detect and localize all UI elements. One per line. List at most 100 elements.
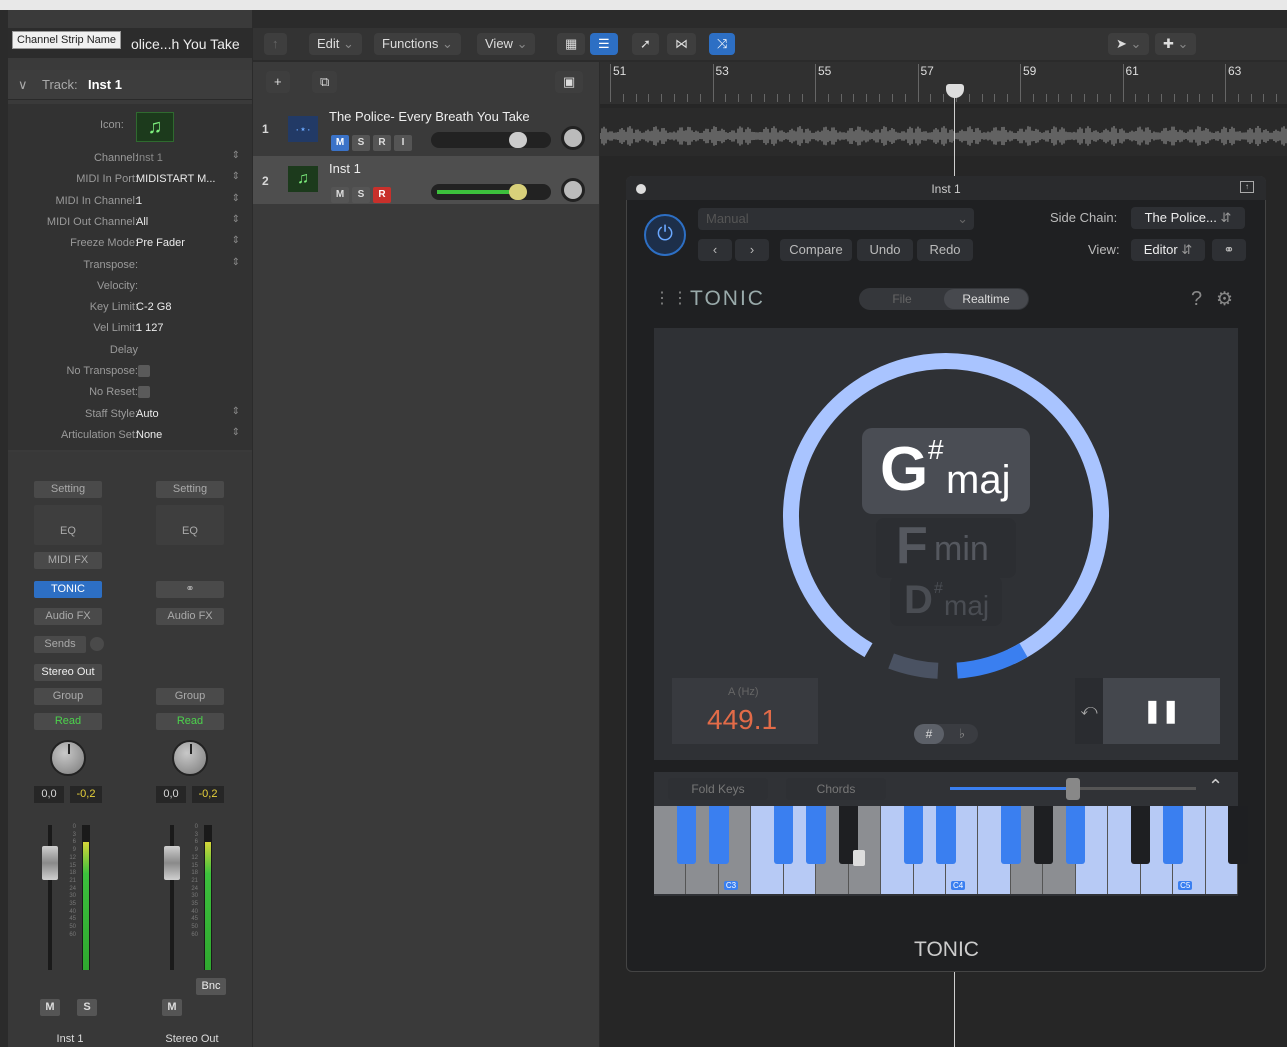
track-row-1[interactable]: 1 ·⋆· The Police- Every Breath You Take … xyxy=(253,106,599,154)
chords-button[interactable]: Chords xyxy=(786,778,886,800)
grid-view-icon[interactable]: ▦ xyxy=(557,33,586,55)
black-key[interactable] xyxy=(936,806,956,864)
solo-button[interactable]: S xyxy=(352,187,370,203)
fold-keys-button[interactable]: Fold Keys xyxy=(668,778,768,800)
param-value[interactable]: MIDISTART M... xyxy=(136,173,215,185)
a-reference-box[interactable]: A (Hz) 449.1 xyxy=(672,678,818,744)
track-row-2[interactable]: 2 ♫ Inst 1 MSR xyxy=(253,156,599,204)
add-track-icon[interactable]: + xyxy=(266,71,290,93)
param-row[interactable]: Freeze Mode: Pre Fader ⇕ xyxy=(8,233,252,254)
track-inspector-header[interactable]: ∨ Track: Inst 1 xyxy=(8,70,252,100)
record-button[interactable]: R xyxy=(373,187,391,203)
black-key[interactable] xyxy=(1001,806,1021,864)
strip-name[interactable]: Inst 1 xyxy=(30,1033,110,1045)
up-arrow-icon[interactable]: ↑ xyxy=(264,33,287,55)
expand-window-icon[interactable]: ↑ xyxy=(1240,181,1254,193)
track-name[interactable]: Inst 1 xyxy=(329,161,361,176)
param-value[interactable]: Inst 1 xyxy=(136,152,163,164)
volume-value[interactable]: 0,0 xyxy=(34,786,64,803)
black-key[interactable] xyxy=(1163,806,1183,864)
help-icon[interactable]: ? xyxy=(1191,288,1202,311)
black-key[interactable] xyxy=(806,806,826,864)
pointer-tool-icon[interactable]: ➤ ⌄ xyxy=(1108,33,1150,55)
param-value[interactable]: All xyxy=(136,216,148,228)
collapse-chevron-icon[interactable]: ∨ xyxy=(18,77,28,93)
param-value[interactable]: 1 127 xyxy=(136,322,164,334)
black-key[interactable] xyxy=(903,806,924,864)
param-value[interactable]: None xyxy=(136,429,162,441)
compare-button[interactable]: Compare xyxy=(780,239,852,261)
stepper-icon[interactable]: ⇕ xyxy=(232,406,240,417)
black-key[interactable] xyxy=(1228,806,1248,864)
checkbox[interactable] xyxy=(138,365,150,377)
midi-fx-slot[interactable]: MIDI FX xyxy=(34,552,102,569)
setting-button[interactable]: Setting xyxy=(34,481,102,498)
param-row[interactable]: Articulation Set: None ⇕ xyxy=(8,425,252,446)
param-row[interactable]: No Transpose: xyxy=(8,361,252,382)
edit-menu[interactable]: Edit ⌄ xyxy=(309,33,362,55)
undo-button[interactable]: Undo xyxy=(857,239,913,261)
stepper-icon[interactable]: ⇕ xyxy=(232,235,240,246)
tab-file[interactable]: File xyxy=(860,289,944,309)
automation-mode[interactable]: Read xyxy=(34,713,102,730)
input-monitor-button[interactable]: I xyxy=(394,135,412,151)
param-row[interactable]: MIDI In Channel: 1 ⇕ xyxy=(8,191,252,212)
track-pan-knob[interactable] xyxy=(561,178,585,202)
stepper-icon[interactable]: ⇕ xyxy=(232,257,240,268)
next-preset-icon[interactable]: › xyxy=(735,239,769,261)
collapse-keyboard-icon[interactable]: ⌃ xyxy=(1208,776,1223,797)
mute-button[interactable]: M xyxy=(40,999,60,1016)
close-window-icon[interactable] xyxy=(636,184,646,194)
eq-button[interactable]: EQ xyxy=(156,505,224,545)
global-tracks-icon[interactable]: ▣ xyxy=(555,71,584,93)
power-icon[interactable]: ⏻ xyxy=(644,214,686,256)
send-knob[interactable] xyxy=(90,637,104,651)
tab-realtime[interactable]: Realtime xyxy=(944,289,1028,309)
sends-slot[interactable]: Sends xyxy=(34,636,86,653)
record-button[interactable]: R xyxy=(373,135,391,151)
crossfade-icon[interactable]: ⋈ xyxy=(667,33,696,55)
stepper-icon[interactable]: ⇕ xyxy=(232,150,240,161)
track-name[interactable]: The Police- Every Breath You Take xyxy=(329,109,530,124)
output-slot[interactable]: Stereo Out xyxy=(34,664,102,681)
param-row[interactable]: No Reset: xyxy=(8,382,252,403)
duplicate-track-icon[interactable]: ⧉ xyxy=(312,71,338,93)
reset-icon[interactable]: ⤺ xyxy=(1075,678,1103,744)
automation-mode[interactable]: Read xyxy=(156,713,224,730)
tonic-plugin-slot[interactable]: TONIC xyxy=(34,581,102,598)
piano-keyboard[interactable]: C3 C4 C5 xyxy=(654,806,1248,894)
view-select[interactable]: Editor ⇵ xyxy=(1131,239,1205,261)
stepper-icon[interactable]: ⇕ xyxy=(232,193,240,204)
zoom-slider-thumb[interactable] xyxy=(1066,778,1080,800)
param-row[interactable]: MIDI In Port: MIDISTART M... ⇕ xyxy=(8,169,252,190)
eq-button[interactable]: EQ xyxy=(34,505,102,545)
redo-button[interactable]: Redo xyxy=(917,239,973,261)
param-row[interactable]: Transpose: ⇕ xyxy=(8,255,252,276)
preset-selector[interactable]: Manual ⌄ xyxy=(698,208,974,230)
param-row[interactable]: Channel: Inst 1 ⇕ xyxy=(8,148,252,169)
param-value[interactable]: Auto xyxy=(136,408,159,420)
mute-button[interactable]: M xyxy=(331,135,349,151)
param-row[interactable]: MIDI Out Channel: All ⇕ xyxy=(8,212,252,233)
black-key[interactable] xyxy=(1130,806,1151,864)
param-row[interactable]: Key Limit: C-2 G8 xyxy=(8,297,252,318)
volume-value[interactable]: 0,0 xyxy=(156,786,186,803)
black-key[interactable] xyxy=(1033,806,1054,864)
link-icon[interactable]: ⚭ xyxy=(1212,239,1246,261)
volume-fader[interactable] xyxy=(42,846,58,880)
audio-fx-slot[interactable]: Audio FX xyxy=(156,608,224,625)
secondary-tool-icon[interactable]: ✚ ⌄ xyxy=(1155,33,1197,55)
automation-curve-icon[interactable]: ➚ xyxy=(632,33,659,55)
stepper-icon[interactable]: ⇕ xyxy=(232,427,240,438)
mute-button[interactable]: M xyxy=(162,999,182,1016)
pan-knob[interactable] xyxy=(172,740,208,776)
bounce-button[interactable]: Bnc xyxy=(196,978,226,995)
bar-ruler[interactable]: 51 53 55 57 59 61 63 xyxy=(600,62,1287,104)
solo-button[interactable]: S xyxy=(77,999,97,1016)
sharp-toggle[interactable]: # xyxy=(914,724,944,744)
black-key[interactable] xyxy=(1066,806,1086,864)
volume-fader[interactable] xyxy=(164,846,180,880)
stepper-icon[interactable]: ⇕ xyxy=(232,214,240,225)
track-volume-slider[interactable] xyxy=(431,132,551,148)
param-row[interactable]: Delay xyxy=(8,340,252,361)
